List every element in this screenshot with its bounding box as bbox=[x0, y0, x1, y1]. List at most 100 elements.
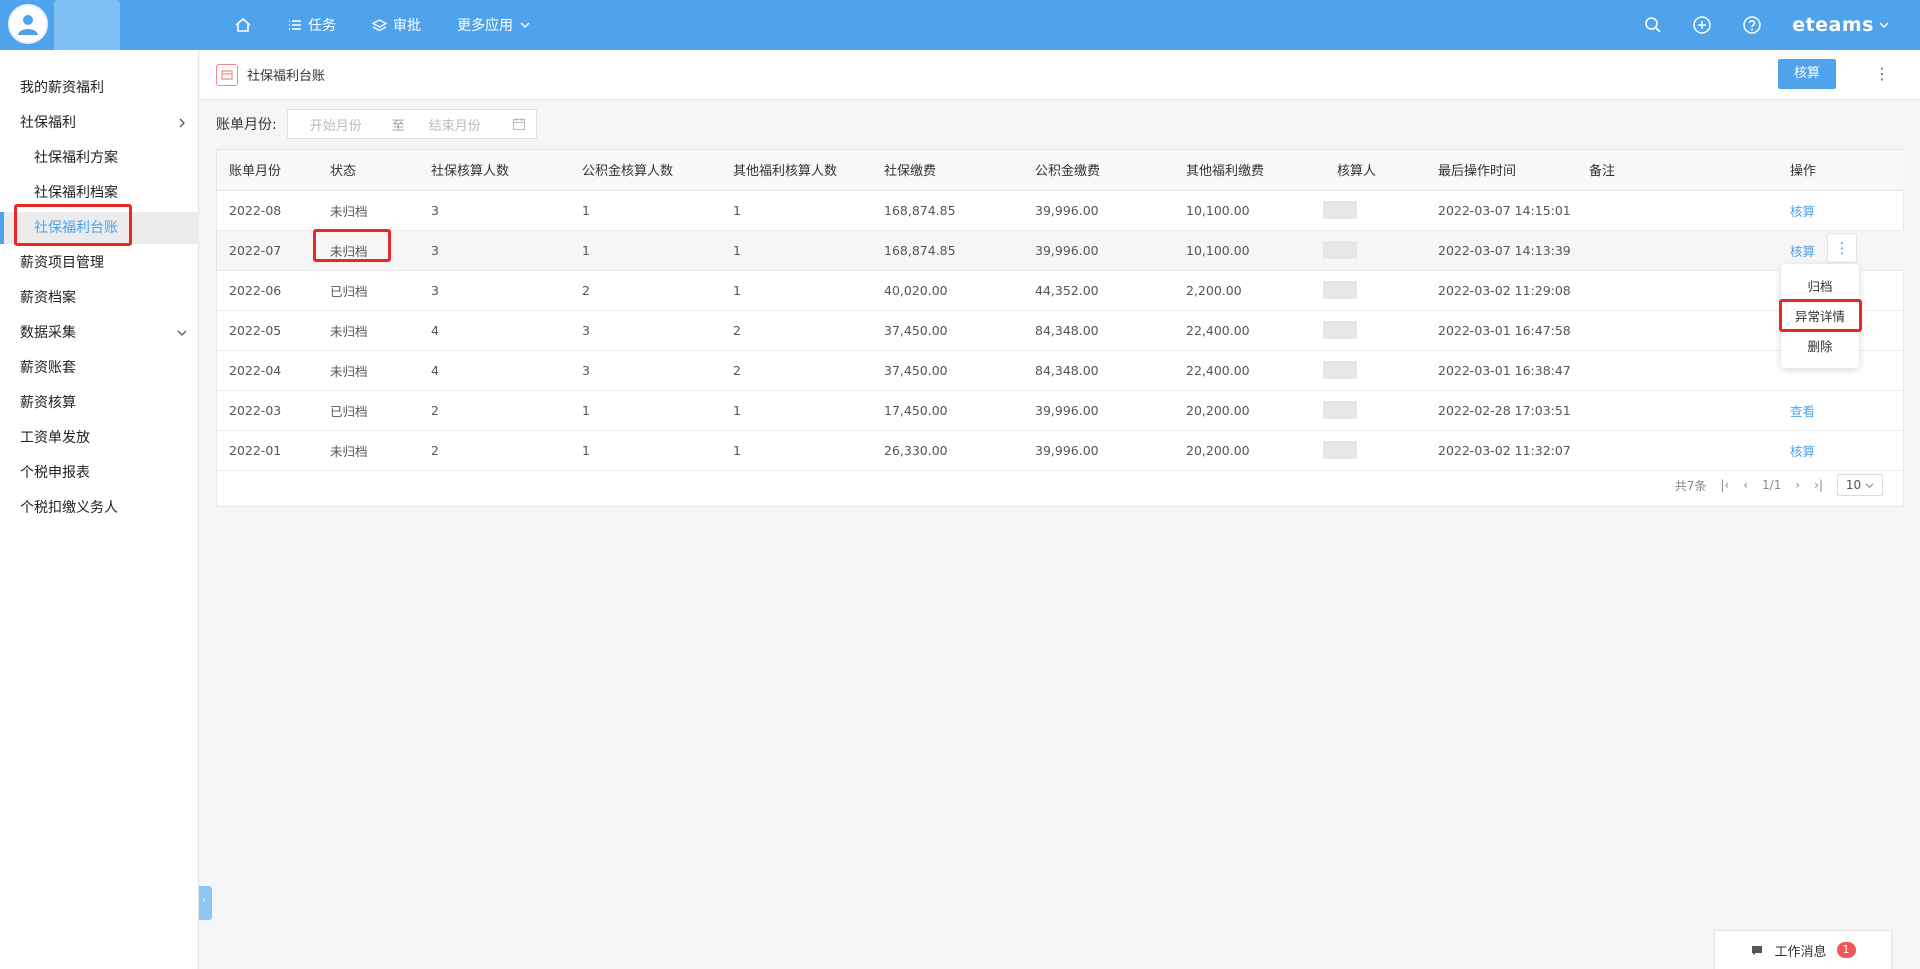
chevron-down-icon bbox=[177, 317, 187, 349]
cell-time: 2022-02-28 17:03:51 bbox=[1426, 390, 1577, 431]
sidebar-item-label: 薪资账套 bbox=[20, 360, 76, 376]
cell-hf: 1 bbox=[570, 190, 721, 231]
nav-approval[interactable]: 审批 bbox=[366, 0, 427, 50]
cell-hf_fee: 84,348.00 bbox=[1023, 350, 1174, 391]
cell-hf: 2 bbox=[570, 270, 721, 311]
table-row: 2022-07 未归档 3 1 1 168,874.85 39,996.00 10,100.0… bbox=[217, 230, 1904, 271]
nav-tasks[interactable]: 任务 bbox=[282, 0, 342, 50]
cell-ss: 3 bbox=[419, 270, 570, 311]
prev-page-icon[interactable]: ‹ bbox=[1743, 478, 1748, 492]
sidebar-item-tax-withholder[interactable]: 个税扣缴义务人 bbox=[0, 492, 199, 524]
month-range-picker[interactable]: 开始月份 至 结束月份 bbox=[286, 109, 537, 139]
sidebar-collapse-handle[interactable]: ‹ bbox=[199, 886, 212, 920]
start-month-input[interactable]: 开始月份 bbox=[310, 115, 362, 134]
cell-other: 1 bbox=[721, 390, 872, 431]
cell-note bbox=[1577, 430, 1778, 471]
row-action-link[interactable]: 查看 bbox=[1778, 390, 1904, 431]
cell-status: 已归档 bbox=[318, 270, 419, 311]
cell-hf_fee: 39,996.00 bbox=[1023, 190, 1174, 231]
sidebar-item-payslip[interactable]: 工资单发放 bbox=[0, 422, 199, 454]
avatar[interactable] bbox=[8, 4, 48, 44]
sidebar-item-label: 社保福利档案 bbox=[34, 185, 118, 201]
page-size-select[interactable]: 10 bbox=[1837, 474, 1883, 496]
col-header: 备注 bbox=[1577, 150, 1778, 191]
cell-ss: 3 bbox=[419, 190, 570, 231]
first-page-icon[interactable]: |‹ bbox=[1720, 478, 1729, 492]
sidebar-item-label: 社保福利 bbox=[20, 115, 76, 131]
cell-calculator bbox=[1323, 430, 1426, 471]
chevron-down-icon bbox=[520, 22, 530, 28]
calc-button[interactable]: 核算 bbox=[1778, 59, 1836, 89]
cell-status: 未归档 bbox=[318, 190, 419, 231]
sidebar-item-data-collection[interactable]: 数据采集 bbox=[0, 317, 199, 349]
page-title: 社保福利台账 bbox=[247, 69, 326, 84]
cell-time: 2022-03-01 16:38:47 bbox=[1426, 350, 1577, 391]
cell-month: 2022-07 bbox=[217, 230, 318, 271]
work-message-button[interactable]: 工作消息 1 bbox=[1714, 930, 1892, 969]
cell-time: 2022-03-02 11:29:08 bbox=[1426, 270, 1577, 311]
more-vertical-icon[interactable]: ⋮ bbox=[1874, 63, 1890, 85]
cell-month: 2022-08 bbox=[217, 190, 318, 231]
sidebar-item-my-benefits[interactable]: 我的薪资福利 bbox=[0, 72, 199, 104]
cell-note bbox=[1577, 350, 1778, 391]
cell-calculator bbox=[1323, 190, 1426, 231]
cell-calculator bbox=[1323, 270, 1426, 311]
cell-ss_fee: 17,450.00 bbox=[872, 390, 1023, 431]
row-action-link[interactable]: 核算 bbox=[1778, 190, 1904, 231]
highlight-frame bbox=[14, 204, 132, 246]
blurred-name bbox=[1323, 201, 1357, 219]
cell-status: 未归档 bbox=[318, 430, 419, 471]
menu-item-delete[interactable]: 删除 bbox=[1781, 332, 1859, 362]
row-more-button[interactable]: ⋮ bbox=[1827, 233, 1857, 263]
highlight-frame bbox=[313, 229, 391, 262]
blurred-name bbox=[1323, 401, 1357, 419]
brand-logo[interactable]: eteams bbox=[1792, 14, 1890, 36]
table-row: 2022-08 未归档 3 1 1 168,874.85 39,996.00 10,100.0… bbox=[217, 190, 1904, 231]
sidebar: 我的薪资福利 社保福利 社保福利方案 社保福利档案 社保福利台账 薪资项目管理 … bbox=[0, 50, 199, 969]
nav-more-apps[interactable]: 更多应用 bbox=[451, 0, 537, 50]
nav-home[interactable] bbox=[228, 0, 258, 50]
sidebar-item-salary-calc[interactable]: 薪资核算 bbox=[0, 387, 199, 419]
cell-other: 2 bbox=[721, 310, 872, 351]
cell-hf_fee: 84,348.00 bbox=[1023, 310, 1174, 351]
col-header: 公积金核算人数 bbox=[570, 150, 721, 191]
sidebar-item-social-security[interactable]: 社保福利 bbox=[0, 107, 199, 139]
cell-ss_fee: 37,450.00 bbox=[872, 350, 1023, 391]
home-icon bbox=[235, 17, 251, 32]
cell-calculator bbox=[1323, 310, 1426, 351]
sidebar-item-tax-report[interactable]: 个税申报表 bbox=[0, 457, 199, 489]
cell-hf_fee: 39,996.00 bbox=[1023, 390, 1174, 431]
row-action-link[interactable]: 核算 bbox=[1778, 430, 1904, 471]
work-message-label: 工作消息 bbox=[1774, 944, 1827, 960]
cell-ss: 2 bbox=[419, 390, 570, 431]
sidebar-item-salary-set[interactable]: 薪资账套 bbox=[0, 352, 199, 384]
cell-hf: 1 bbox=[570, 230, 721, 271]
cell-time: 2022-03-07 14:13:39 bbox=[1426, 230, 1577, 271]
search-icon[interactable] bbox=[1644, 16, 1662, 34]
cell-other_fee: 22,400.00 bbox=[1174, 350, 1325, 391]
help-icon[interactable] bbox=[1742, 15, 1762, 35]
cell-ss_fee: 37,450.00 bbox=[872, 310, 1023, 351]
chevron-right-icon bbox=[177, 107, 187, 139]
cell-month: 2022-04 bbox=[217, 350, 318, 391]
cell-hf: 1 bbox=[570, 390, 721, 431]
sidebar-item-salary-items[interactable]: 薪资项目管理 bbox=[0, 247, 199, 279]
total-count: 共7条 bbox=[1674, 478, 1707, 493]
calendar-icon[interactable] bbox=[512, 117, 526, 131]
cell-ss: 3 bbox=[419, 230, 570, 271]
ledger-icon bbox=[216, 64, 238, 86]
col-header: 其他福利核算人数 bbox=[721, 150, 872, 191]
next-page-icon[interactable]: › bbox=[1795, 478, 1800, 492]
table-row: 2022-05 未归档 4 3 2 37,450.00 84,348.00 22,400.00… bbox=[217, 310, 1904, 351]
end-month-input[interactable]: 结束月份 bbox=[429, 115, 481, 134]
last-page-icon[interactable]: ›| bbox=[1814, 478, 1823, 492]
cell-hf: 3 bbox=[570, 350, 721, 391]
sidebar-item-ss-plan[interactable]: 社保福利方案 bbox=[0, 142, 199, 174]
add-icon[interactable] bbox=[1692, 15, 1712, 35]
cell-hf: 1 bbox=[570, 430, 721, 471]
menu-item-archive[interactable]: 归档 bbox=[1781, 272, 1859, 302]
nav-more-apps-label: 更多应用 bbox=[457, 18, 513, 34]
cell-other_fee: 20,200.00 bbox=[1174, 430, 1325, 471]
sidebar-item-salary-archive[interactable]: 薪资档案 bbox=[0, 282, 199, 314]
blurred-username bbox=[54, 0, 120, 55]
